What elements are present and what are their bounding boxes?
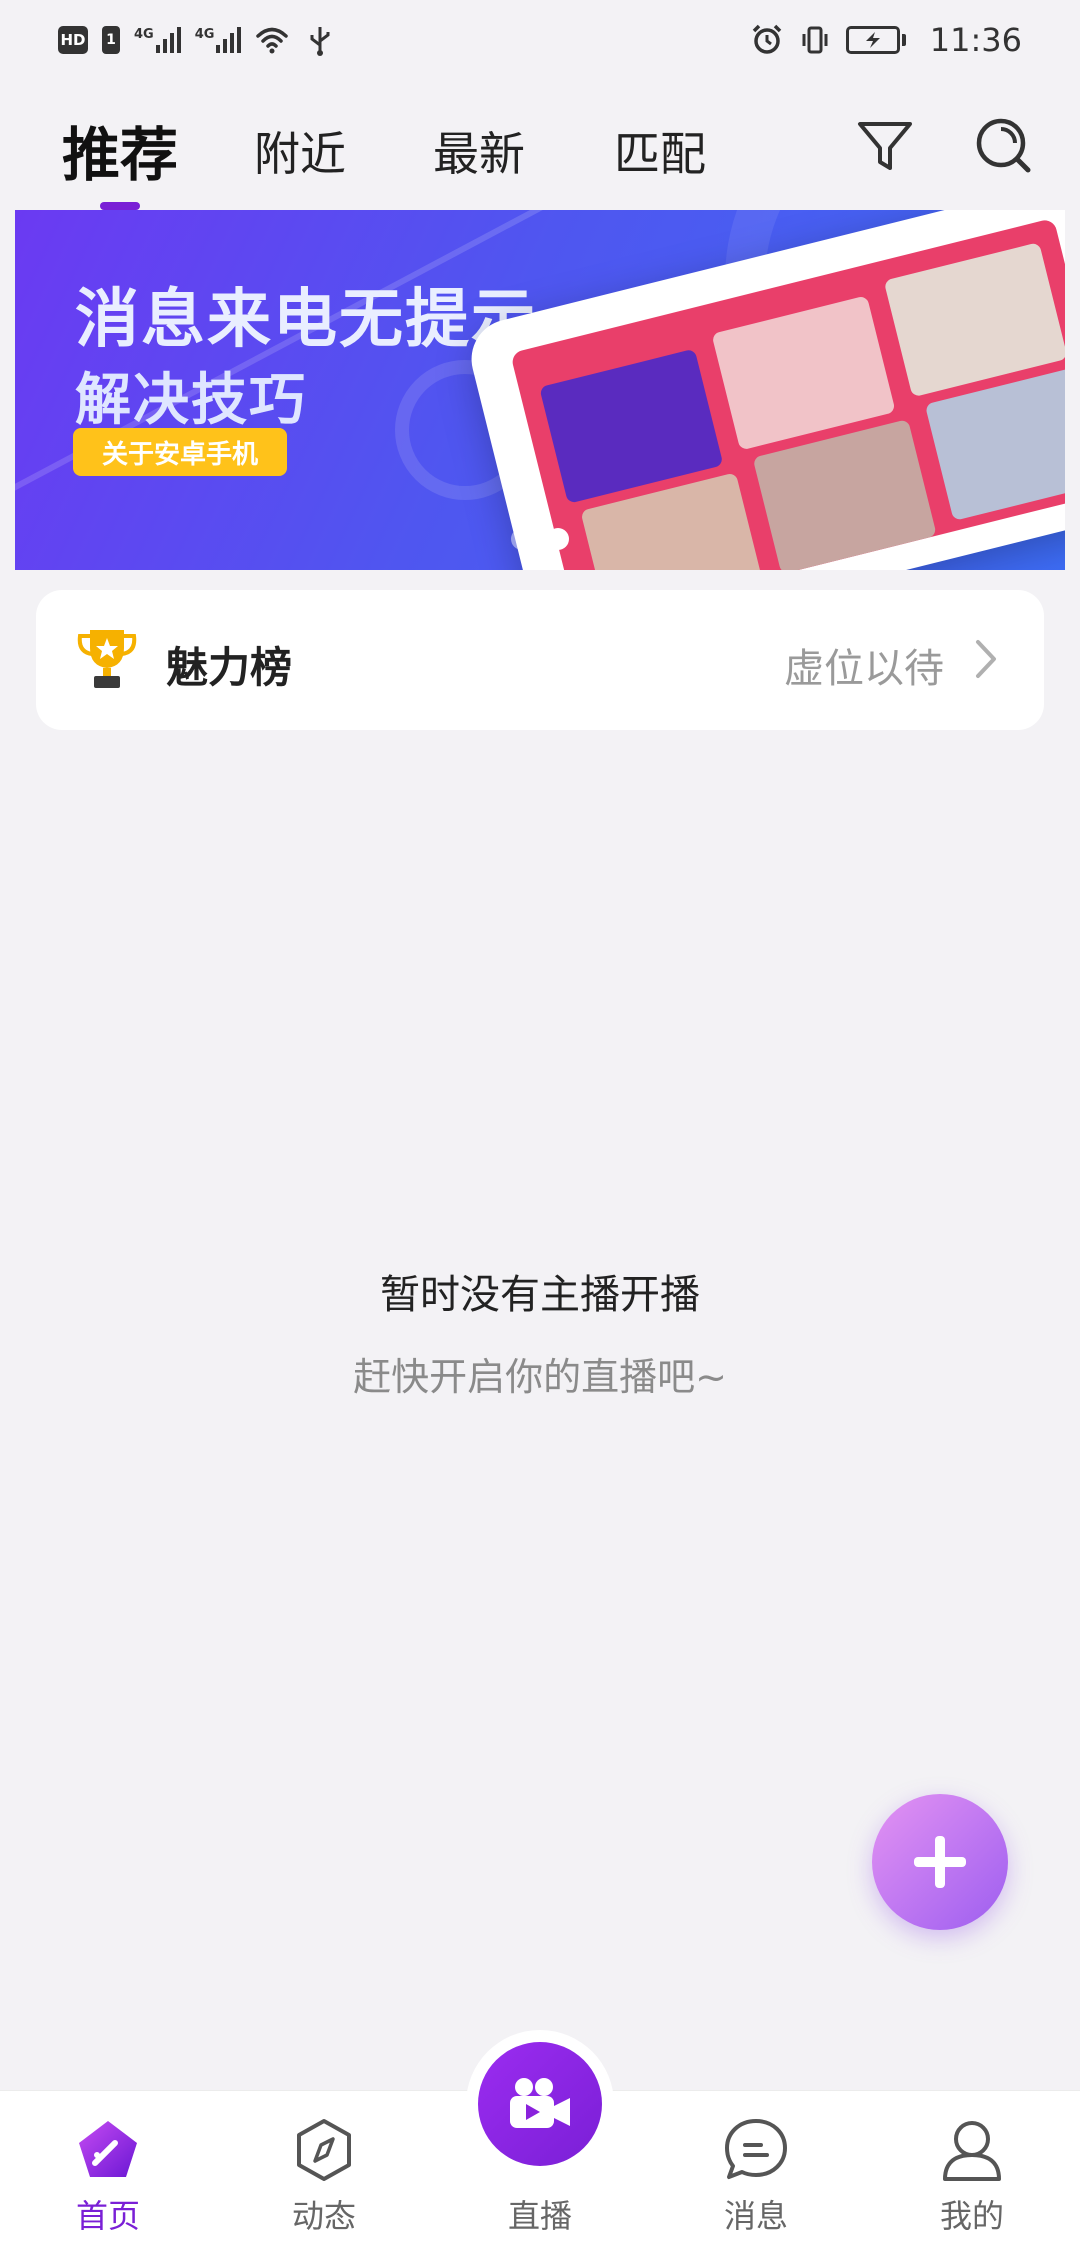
charm-status: 虚位以待 bbox=[784, 646, 944, 692]
vibrate-icon bbox=[802, 26, 828, 54]
banner-pagination bbox=[15, 528, 1065, 550]
nav-moments[interactable]: 动态 bbox=[234, 2091, 414, 2244]
signal-icon-2: 4G bbox=[195, 27, 242, 53]
nav-label: 直播 bbox=[507, 2197, 572, 2235]
promo-banner[interactable]: 消息来电无提示 解决技巧 关于安卓手机 bbox=[15, 210, 1065, 570]
empty-state-title: 暂时没有主播开播 bbox=[380, 1272, 700, 1318]
search-icon[interactable] bbox=[968, 110, 1038, 180]
tab-label: 附近 bbox=[254, 127, 346, 181]
tab-label: 最新 bbox=[433, 127, 525, 181]
nav-home[interactable]: 首页 bbox=[18, 2091, 198, 2244]
active-tab-indicator bbox=[100, 202, 140, 210]
alarm-icon bbox=[752, 24, 782, 54]
chevron-right-icon bbox=[976, 640, 996, 678]
banner-title: 消息来电无提示 bbox=[75, 283, 537, 357]
home-icon bbox=[79, 2121, 137, 2177]
charm-ranking-card[interactable]: 魅力榜 虚位以待 bbox=[36, 590, 1044, 730]
nav-messages[interactable]: 消息 bbox=[666, 2091, 846, 2244]
banner-subtitle: 解决技巧 bbox=[75, 368, 307, 433]
wifi-icon bbox=[256, 27, 289, 54]
signal-icon-1: 4G bbox=[134, 27, 181, 53]
battery-icon bbox=[845, 26, 906, 54]
sim-badge: 1 bbox=[102, 26, 120, 54]
nav-profile[interactable]: 我的 bbox=[882, 2091, 1062, 2244]
clock: 11:36 bbox=[929, 21, 1022, 59]
nav-label: 消息 bbox=[723, 2197, 788, 2235]
network-type-2: 4G bbox=[194, 27, 215, 42]
status-left: HD 1 4G 4G bbox=[58, 23, 337, 57]
filter-icon[interactable] bbox=[850, 110, 920, 180]
usb-icon bbox=[310, 27, 330, 56]
video-camera-icon bbox=[510, 2078, 570, 2128]
add-fab-button[interactable] bbox=[872, 1794, 1008, 1930]
trophy-icon bbox=[77, 630, 137, 688]
chat-bubble-icon bbox=[725, 2119, 787, 2179]
tab-match[interactable]: 匹配 bbox=[614, 118, 706, 184]
tab-recommend[interactable]: 推荐 bbox=[62, 108, 179, 210]
banner-button[interactable]: 关于安卓手机 bbox=[73, 428, 287, 476]
live-center-button[interactable] bbox=[466, 2030, 614, 2178]
tab-nearby[interactable]: 附近 bbox=[254, 118, 346, 184]
charm-title: 魅力榜 bbox=[166, 643, 293, 692]
phone-screen bbox=[510, 217, 1065, 570]
compass-icon bbox=[297, 2119, 351, 2181]
status-right: 11:36 bbox=[750, 21, 1022, 59]
nav-label: 动态 bbox=[291, 2197, 356, 2235]
network-type-1: 4G bbox=[134, 27, 154, 42]
phone-illustration bbox=[463, 210, 1065, 570]
tab-label: 匹配 bbox=[614, 127, 706, 181]
tab-label: 推荐 bbox=[62, 121, 179, 189]
empty-state-subtitle: 赶快开启你的直播吧~ bbox=[353, 1355, 727, 1399]
nav-label: 首页 bbox=[75, 2197, 140, 2235]
hd-badge: HD bbox=[58, 26, 88, 54]
banner-dot-2[interactable] bbox=[547, 528, 569, 550]
nav-label: 我的 bbox=[939, 2197, 1004, 2235]
banner-dot-1[interactable] bbox=[511, 528, 533, 550]
tab-latest[interactable]: 最新 bbox=[433, 118, 525, 184]
top-tabs: 推荐 附近 最新 匹配 bbox=[0, 100, 1080, 210]
profile-icon bbox=[943, 2121, 1001, 2181]
status-bar: HD 1 4G 4G 11:36 bbox=[0, 0, 1080, 80]
